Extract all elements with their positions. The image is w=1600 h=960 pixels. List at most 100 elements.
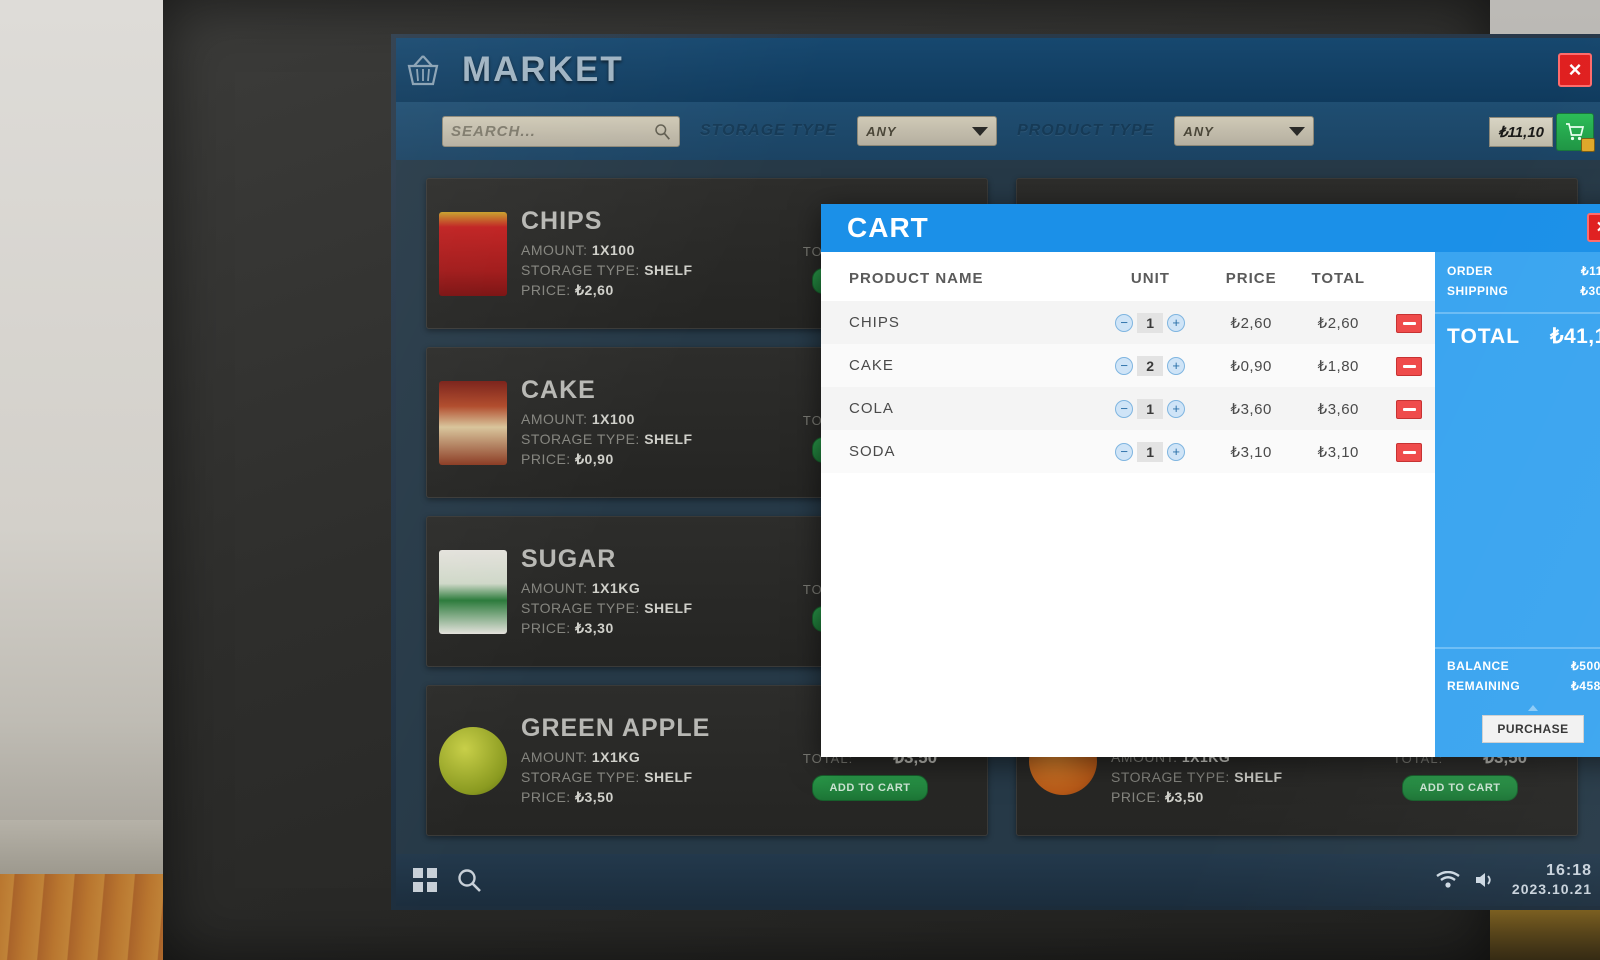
total-value: ₺41,10 [1550,325,1600,348]
shipping-label: SHIPPING [1447,284,1509,298]
product-info: SUGAR AMOUNT: 1X1KG STORAGE TYPE: SHELF PRI… [521,527,765,656]
cart-increase-button[interactable]: + [1167,313,1186,332]
remove-item-button[interactable] [1396,357,1422,376]
product-name: CHIPS [521,206,603,235]
balance-block: BALANCE ₺500,00 REMAINING ₺458,90 [1435,647,1600,705]
product-type-value: ANY [1183,123,1214,139]
cart-increase-button[interactable]: + [1167,442,1186,461]
col-price: PRICE [1225,270,1277,287]
chevron-down-icon [1289,126,1306,136]
summary-spacer [1435,361,1600,647]
order-row: ORDER ₺11,10 [1447,264,1600,278]
clock: 16:18 2023.10.21 [1512,861,1592,899]
apps-grid-icon[interactable] [412,867,438,893]
col-total: TOTAL [1311,270,1366,287]
cart-row-remove-cell [1383,344,1435,387]
cart-quantity-value: 1 [1137,398,1164,419]
remove-item-button[interactable] [1396,314,1422,333]
wifi-icon[interactable] [1436,871,1460,889]
total-label: TOTAL [1447,325,1521,348]
cart-decrease-button[interactable]: − [1115,399,1134,418]
cart-row-name: COLA [849,400,894,417]
cart-badge [1581,138,1595,152]
cart-row: CAKE −2 + ₺0,90 ₺1,80 [821,344,1435,387]
product-amount: AMOUNT: 1X1KG [521,747,765,767]
col-product-name: PRODUCT NAME [849,270,984,287]
cart-row-remove-cell [1383,430,1435,473]
cart-titlebar: CART × [821,204,1600,252]
money-area: ₺11,10 [1489,113,1595,152]
product-info: CAKE AMOUNT: 1X100 STORAGE TYPE: SHELF PRIC… [521,358,765,487]
market-filter-bar: SEARCH... STORAGE TYPE ANY PRODUCT TYPE … [396,102,1600,160]
add-to-cart-button[interactable]: ADD TO CART [1402,775,1518,801]
cart-row-unit: −2 + [1092,344,1209,387]
cart-increase-button[interactable]: + [1167,399,1186,418]
cart-decrease-button[interactable]: − [1115,356,1134,375]
cart-row-price: ₺3,10 [1230,443,1272,461]
cart-row-total: ₺2,60 [1317,314,1359,332]
cart-quantity-stepper: −2 + [1092,355,1209,376]
balance-value: ₺500,00 [1571,659,1600,673]
total-row: TOTAL ₺41,10 [1435,312,1600,361]
amount-label: AMOUNT: [521,748,588,765]
market-close-button[interactable]: × [1558,53,1592,87]
product-storage: STORAGE TYPE: SHELF [521,429,765,449]
product-type-dropdown[interactable]: ANY [1174,116,1315,146]
search-input[interactable]: SEARCH... [442,115,680,147]
product-storage: STORAGE TYPE: SHELF [521,767,765,787]
shipping-value: ₺30,00 [1580,284,1600,298]
remove-item-button[interactable] [1396,443,1422,462]
monitor-screen: MARKET × SEARCH... STORAGE TYPE ANY PROD… [391,34,1600,910]
cart-row-price: ₺2,60 [1230,314,1272,332]
cart-row-name: CHIPS [849,314,900,331]
product-thumbnail [439,549,507,634]
cart-row-remove-cell [1383,387,1435,430]
amount-label: AMOUNT: [521,579,588,596]
cart-summary-panel: ORDER ₺11,10 SHIPPING ₺30,00 TOTAL ₺41,1… [1435,252,1600,757]
storage-type-label: STORAGE TYPE [700,122,838,139]
price-value: ₺3,30 [575,620,614,637]
cart-row-remove-cell [1383,301,1435,344]
cart-quantity-value: 1 [1137,441,1164,462]
product-name: CAKE [521,375,596,404]
storage-type-dropdown[interactable]: ANY [857,116,998,146]
price-value: ₺2,60 [575,282,614,299]
storage-label: STORAGE TYPE: [521,430,640,447]
balance-row: BALANCE ₺500,00 [1447,659,1600,673]
add-to-cart-button[interactable]: ADD TO CART [812,775,928,801]
cart-quantity-value: 2 [1137,355,1164,376]
cart-decrease-button[interactable]: − [1115,313,1134,332]
product-price: PRICE: ₺0,90 [521,449,765,469]
cart-table-body: CHIPS −1 + ₺2,60 ₺2,60 CAKE −2 + ₺0,90 ₺1,80 COLA −… [821,301,1435,473]
storage-value: SHELF [644,430,693,447]
search-icon[interactable] [456,867,482,893]
cart-decrease-button[interactable]: − [1115,442,1134,461]
cart-close-button[interactable]: × [1587,213,1600,242]
clock-date: 2023.10.21 [1511,881,1592,898]
open-cart-button[interactable] [1556,113,1595,152]
storage-value: SHELF [644,261,693,278]
product-price: PRICE: ₺3,50 [1111,787,1355,807]
order-label: ORDER [1447,264,1493,278]
product-price: PRICE: ₺3,30 [521,618,765,638]
product-amount: AMOUNT: 1X100 [521,409,765,429]
volume-icon[interactable] [1474,871,1496,889]
clock-time: 16:18 [1546,862,1592,880]
purchase-button[interactable]: PURCHASE [1482,715,1584,743]
cart-row-unit: −1 + [1092,387,1209,430]
cart-body: PRODUCT NAME UNIT PRICE TOTAL CHIPS −1 + ₺2… [821,252,1600,757]
summary-rows: ORDER ₺11,10 SHIPPING ₺30,00 [1435,252,1600,312]
market-close-label: × [1568,57,1582,82]
cart-row: SODA −1 + ₺3,10 ₺3,10 [821,430,1435,473]
storage-label: STORAGE TYPE: [1111,768,1230,785]
remove-item-button[interactable] [1396,400,1422,419]
cart-table: PRODUCT NAME UNIT PRICE TOTAL CHIPS −1 + ₺2… [821,252,1435,473]
cart-row: CHIPS −1 + ₺2,60 ₺2,60 [821,301,1435,344]
price-label: PRICE: [521,789,571,806]
cart-quantity-stepper: −1 + [1092,312,1209,333]
market-title: MARKET [462,50,624,89]
cart-increase-button[interactable]: + [1167,356,1186,375]
remaining-row: REMAINING ₺458,90 [1447,679,1600,693]
product-type-label: PRODUCT TYPE [1017,122,1155,139]
amount-value: 1X100 [591,410,635,427]
